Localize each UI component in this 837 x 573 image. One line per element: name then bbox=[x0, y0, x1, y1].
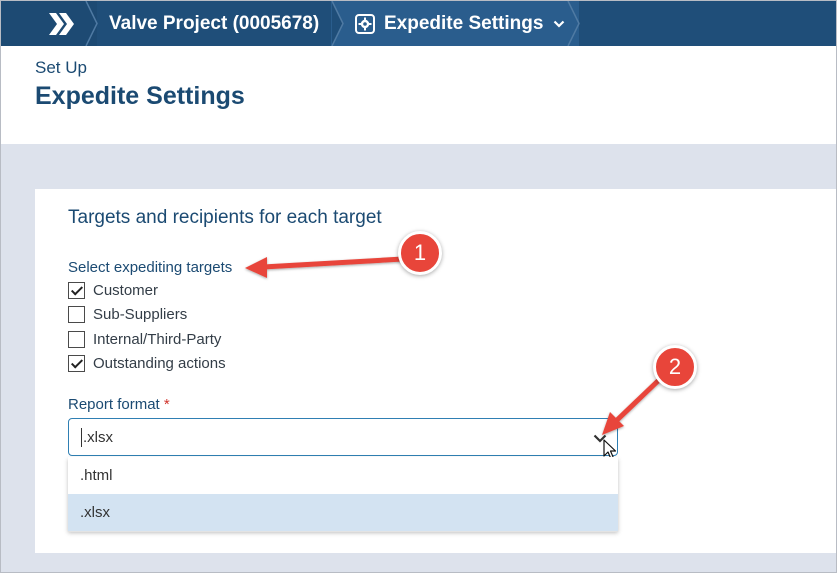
arrow-2-icon bbox=[602, 375, 664, 435]
annotation-badge-2: 2 bbox=[653, 345, 697, 389]
annotation-badge-1: 1 bbox=[398, 231, 442, 275]
arrow-1-icon bbox=[245, 256, 406, 278]
annotation-arrows bbox=[245, 256, 664, 435]
